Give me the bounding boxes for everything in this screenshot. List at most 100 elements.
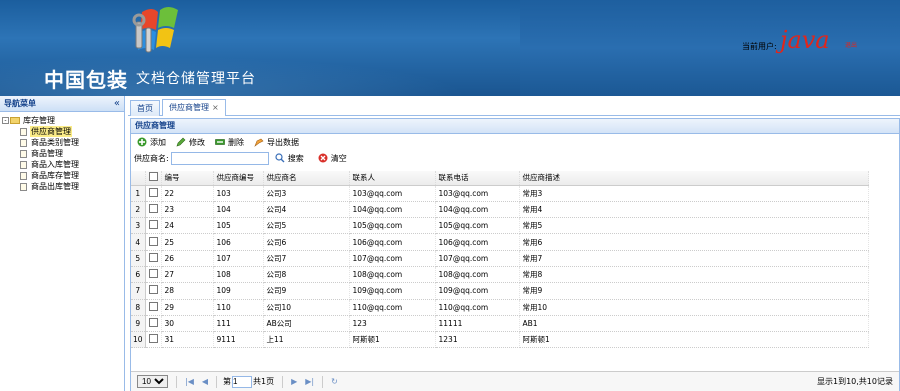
- tree-toggle-icon[interactable]: -: [2, 117, 9, 124]
- edit-button[interactable]: 修改: [176, 137, 205, 148]
- brand-subtitle: 文档仓储管理平台: [136, 71, 256, 87]
- row-select-cell[interactable]: [145, 217, 162, 235]
- prev-page-icon[interactable]: ◀: [202, 377, 208, 386]
- select-all-checkbox[interactable]: [148, 172, 158, 182]
- first-page-icon[interactable]: |◀: [185, 377, 194, 386]
- tree-root-inventory[interactable]: - 库存管理: [0, 115, 124, 126]
- column-header[interactable]: 供应商名: [263, 171, 350, 186]
- pager-separator: [322, 375, 324, 388]
- row-select-cell[interactable]: [145, 201, 162, 219]
- delete-label: 删除: [228, 137, 244, 147]
- row-select-cell[interactable]: [145, 233, 162, 251]
- sidebar: 导航菜单 « - 库存管理 供应商管理 商品类别管理 商品管理 商品入库管理 商…: [0, 96, 125, 391]
- table-row[interactable]: 6 27 108 公司8 108@qq.com 108@qq.com 常用8: [131, 266, 869, 284]
- edit-label: 修改: [189, 137, 205, 147]
- table-cell: 110@qq.com: [435, 299, 520, 316]
- table-row[interactable]: 7 28 109 公司9 109@qq.com 109@qq.com 常用9: [131, 282, 869, 300]
- refresh-icon[interactable]: ↻: [331, 377, 338, 386]
- row-number: 2: [131, 201, 146, 219]
- current-user-name: java: [780, 26, 830, 54]
- table-row[interactable]: 1 22 103 公司3 103@qq.com 103@qq.com 常用3: [131, 185, 869, 202]
- last-page-icon[interactable]: ▶|: [305, 377, 314, 386]
- tab-supplier[interactable]: 供应商管理 ×: [162, 99, 226, 116]
- table-cell: 1231: [435, 331, 520, 349]
- row-checkbox[interactable]: [148, 220, 158, 230]
- sidebar-item-supplier[interactable]: 供应商管理: [0, 126, 124, 137]
- search-icon: [275, 153, 285, 163]
- column-header[interactable]: 编号: [161, 171, 214, 186]
- collapse-icon[interactable]: «: [114, 98, 120, 109]
- column-header[interactable]: 供应商描述: [519, 171, 869, 186]
- row-select-cell[interactable]: [145, 331, 162, 349]
- page-size-select[interactable]: 10: [137, 375, 168, 388]
- export-icon: [254, 138, 264, 147]
- next-page-icon[interactable]: ▶: [291, 377, 297, 386]
- table-cell: 106@qq.com: [349, 233, 436, 251]
- table-cell: 106: [213, 233, 264, 251]
- row-select-cell[interactable]: [145, 185, 162, 202]
- row-checkbox[interactable]: [148, 252, 158, 262]
- search-button-label: 搜索: [287, 153, 304, 163]
- sidebar-item-goods[interactable]: 商品管理: [0, 148, 124, 159]
- row-checkbox[interactable]: [148, 187, 158, 197]
- table-cell: 28: [161, 282, 214, 300]
- row-checkbox[interactable]: [148, 318, 158, 328]
- table-row[interactable]: 4 25 106 公司6 106@qq.com 106@qq.com 常用6: [131, 233, 869, 251]
- column-header[interactable]: 联系电话: [435, 171, 520, 186]
- pencil-icon: [176, 137, 186, 147]
- column-header[interactable]: 联系人: [349, 171, 436, 186]
- sidebar-item-label: 商品管理: [31, 149, 63, 158]
- delete-button[interactable]: 删除: [215, 137, 244, 148]
- table-row[interactable]: 2 23 104 公司4 104@qq.com 104@qq.com 常用4: [131, 201, 869, 219]
- row-checkbox[interactable]: [148, 203, 158, 213]
- logout-link[interactable]: 退出: [845, 40, 857, 49]
- row-checkbox[interactable]: [148, 269, 158, 279]
- sidebar-item-stock[interactable]: 商品库存管理: [0, 170, 124, 181]
- export-button[interactable]: 导出数据: [254, 137, 299, 148]
- row-select-cell[interactable]: [145, 299, 162, 316]
- supplier-name-input[interactable]: [170, 151, 269, 165]
- select-all-header[interactable]: [145, 171, 162, 186]
- row-checkbox[interactable]: [148, 285, 158, 295]
- row-checkbox[interactable]: [148, 301, 158, 311]
- table-cell: 公司10: [263, 299, 350, 316]
- clear-icon: [318, 153, 328, 163]
- row-select-cell[interactable]: [145, 282, 162, 300]
- current-user-label: 当前用户:: [742, 42, 777, 51]
- row-checkbox[interactable]: [148, 334, 158, 344]
- row-select-cell[interactable]: [145, 315, 162, 333]
- pagination-bar: 10 |◀ ◀ 第 共1页 ▶ ▶| ↻ 显示1到10,共10记录: [131, 371, 899, 391]
- table-body: 1 22 103 公司3 103@qq.com 103@qq.com 常用3 2 23 104 公司…: [131, 185, 869, 349]
- table-row[interactable]: 3 24 105 公司5 105@qq.com 105@qq.com 常用5: [131, 217, 869, 235]
- close-icon[interactable]: ×: [212, 103, 219, 112]
- page-number-input[interactable]: [232, 375, 253, 388]
- sidebar-item-category[interactable]: 商品类别管理: [0, 137, 124, 148]
- table-row[interactable]: 10 31 9111 上11 阿斯顿1 1231 阿斯顿1: [131, 331, 869, 349]
- table-row[interactable]: 5 26 107 公司7 107@qq.com 107@qq.com 常用7: [131, 250, 869, 267]
- table-cell: 103@qq.com: [349, 185, 436, 202]
- table-cell: 30: [161, 315, 214, 333]
- search-button[interactable]: 搜索: [275, 153, 304, 164]
- table-row[interactable]: 8 29 110 公司10 110@qq.com 110@qq.com 常用10: [131, 299, 869, 316]
- sidebar-item-label: 商品出库管理: [31, 182, 79, 191]
- table-cell: 25: [161, 233, 214, 251]
- sidebar-item-label: 商品库存管理: [31, 171, 79, 180]
- row-checkbox[interactable]: [148, 236, 158, 246]
- table-cell: 107@qq.com: [435, 250, 520, 267]
- column-header[interactable]: 供应商编号: [213, 171, 264, 186]
- sidebar-item-goods-out[interactable]: 商品出库管理: [0, 181, 124, 192]
- table-cell: 常用3: [519, 185, 869, 202]
- add-button[interactable]: 添加: [137, 137, 166, 148]
- table-row[interactable]: 9 30 111 AB公司 123 11111 AB1: [131, 315, 869, 333]
- table-cell: 106@qq.com: [435, 233, 520, 251]
- table-cell: 104@qq.com: [349, 201, 436, 219]
- table-cell: 常用6: [519, 233, 869, 251]
- tab-bar: 首页 供应商管理 ×: [128, 96, 900, 116]
- tab-home[interactable]: 首页: [130, 100, 160, 116]
- sidebar-item-goods-in[interactable]: 商品入库管理: [0, 159, 124, 170]
- row-select-cell[interactable]: [145, 250, 162, 267]
- row-select-cell[interactable]: [145, 266, 162, 284]
- header-banner: 中国包装 文档仓储管理平台 当前用户: java 退出: [0, 0, 900, 96]
- table-cell: 111: [213, 315, 264, 333]
- clear-button[interactable]: 清空: [318, 153, 347, 164]
